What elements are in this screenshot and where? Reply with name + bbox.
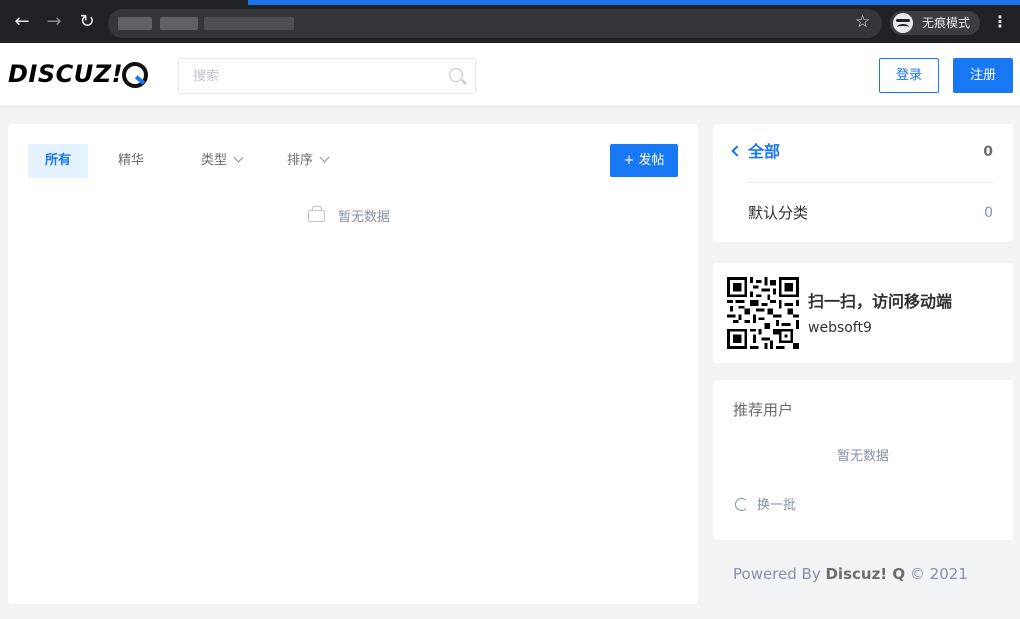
divider [748,182,993,183]
chevron-down-icon [233,152,244,163]
recommended-users-card: 推荐用户 暂无数据 换一批 [713,380,1013,540]
category-default-count: 0 [984,205,993,221]
search-icon[interactable] [449,68,463,82]
incognito-label: 无痕模式 [922,16,971,30]
refresh-button[interactable]: 换一批 [735,497,796,515]
tab-strip [0,0,1020,5]
qr-card: 扫一扫，访问移动端 websoft9 [713,263,1013,363]
empty-box-icon [308,206,325,222]
back-button[interactable]: ← [13,13,31,31]
tab-sort-label: 排序 [287,153,314,168]
redacted-url [118,17,152,30]
redacted-url [160,17,198,30]
category-card: 全部 0 默认分类 0 [713,124,1013,242]
footer-suffix: © 2021 [905,565,968,583]
empty-state: 暂无数据 [308,206,391,228]
thread-list-card: 所有 精华 类型 排序 + 发帖 暂无数据 [8,124,698,604]
tab-all[interactable]: 所有 [28,144,88,178]
login-button[interactable]: 登录 [879,58,939,93]
site-header: DISCUZ! 登录 注册 [0,43,1020,107]
kebab-icon[interactable]: ⋮ [992,13,1008,31]
qr-title: 扫一扫，访问移动端 [808,292,953,311]
qr-subtitle: websoft9 [808,320,872,336]
browser-toolbar: ← → ↻ ☆ 无痕模式 ⋮ [0,0,1020,43]
footer-brand[interactable]: Discuz! Q [825,565,905,583]
redacted-url [204,17,294,30]
incognito-icon [893,13,913,33]
tab-type-label: 类型 [201,153,228,168]
chevron-left-icon[interactable] [731,145,743,157]
star-icon[interactable]: ☆ [855,13,870,31]
tab-sort[interactable]: 排序 [287,144,330,178]
address-bar[interactable] [108,9,882,38]
qr-code-icon [727,277,799,349]
search-box[interactable] [178,58,476,94]
category-all-count: 0 [983,144,993,160]
register-button[interactable]: 注册 [953,58,1013,93]
site-logo[interactable]: DISCUZ! [8,59,123,89]
tab-type[interactable]: 类型 [201,144,244,178]
refresh-icon [735,498,748,511]
footer-prefix: Powered By [733,565,826,583]
new-post-button[interactable]: + 发帖 [610,144,678,177]
active-tab-indicator [248,0,1020,5]
forward-button[interactable]: → [45,13,63,31]
category-default[interactable]: 默认分类 [748,203,808,223]
chevron-down-icon [319,152,330,163]
powered-by-footer: Powered By Discuz! Q © 2021 [733,564,968,584]
refresh-label: 换一批 [757,498,797,513]
search-input[interactable] [193,66,433,86]
incognito-indicator[interactable]: 无痕模式 [890,11,980,35]
empty-text: 暂无数据 [338,210,391,225]
category-all[interactable]: 全部 [748,141,780,163]
logo-q-icon [122,62,148,88]
recommended-users-empty: 暂无数据 [836,449,889,464]
tab-essence[interactable]: 精华 [118,144,144,178]
reload-button[interactable]: ↻ [78,13,96,31]
recommended-users-title: 推荐用户 [733,401,794,419]
